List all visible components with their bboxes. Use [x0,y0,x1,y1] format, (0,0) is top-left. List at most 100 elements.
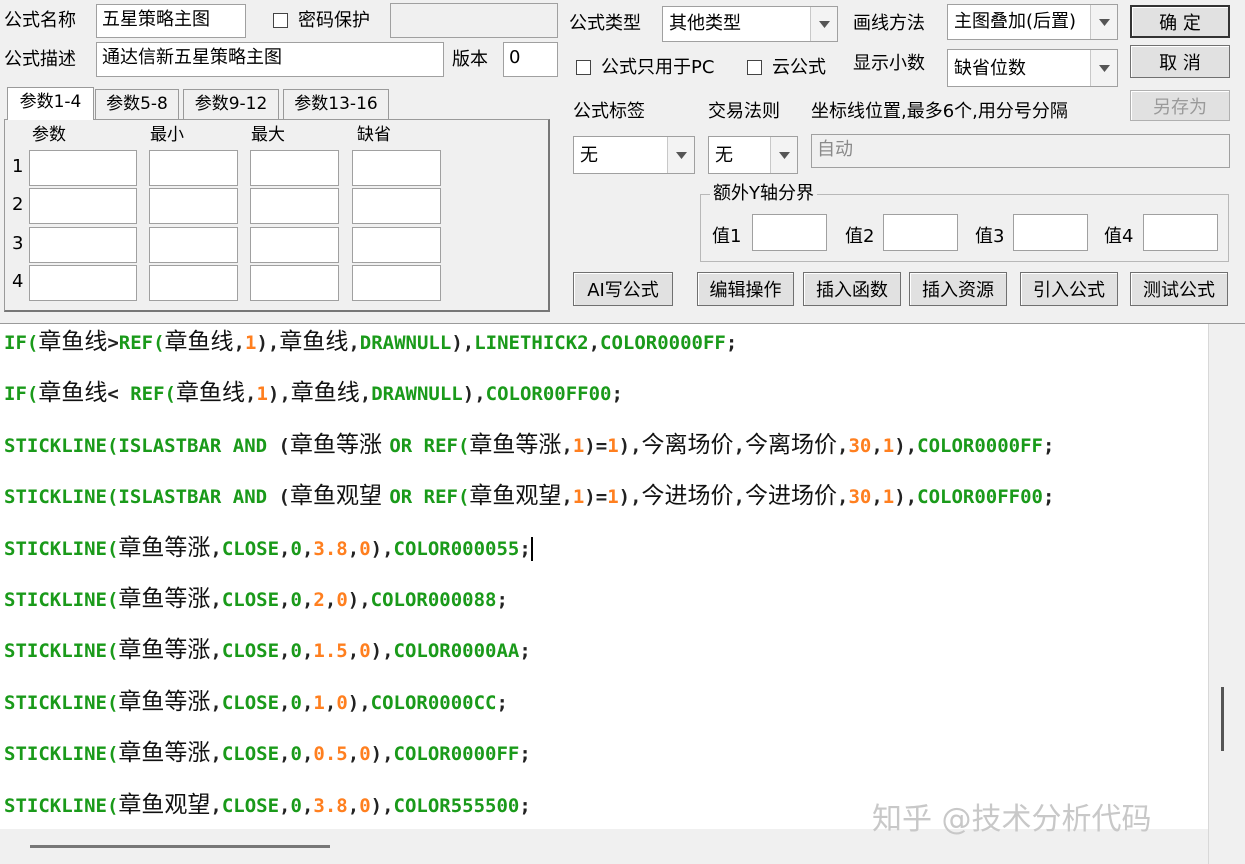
param-3-min-input[interactable] [149,227,238,263]
code-token: , [279,691,291,714]
code-line[interactable]: STICKLINE(ISLASTBAR AND (章鱼观望 OR REF(章鱼观… [4,483,1054,510]
chevron-down-icon[interactable] [667,137,694,173]
code-token: COLOR000055 [393,537,520,560]
pc-only-checkbox[interactable] [576,60,591,75]
y-value-4-input[interactable] [1143,214,1218,251]
code-line[interactable]: STICKLINE(章鱼等涨,CLOSE,0,2,0),COLOR000088; [4,586,508,613]
param-4-name-input[interactable] [29,265,137,301]
y-value-1-input[interactable] [752,214,827,251]
code-line[interactable]: STICKLINE(ISLASTBAR AND (章鱼等涨 OR REF(章鱼等… [4,432,1054,459]
ok-button[interactable]: 确 定 [1130,5,1230,38]
param-1-max-input[interactable] [250,150,339,186]
code-line[interactable]: STICKLINE(章鱼观望,CLOSE,0,3.8,0),COLOR55550… [4,792,531,819]
code-token: ), [347,589,371,611]
param-2-name-input[interactable] [29,188,137,224]
code-token: ), [347,691,371,714]
test-formula-button[interactable]: 测试公式 [1130,272,1228,306]
code-line[interactable]: IF(章鱼线< REF(章鱼线,1),章鱼线,DRAWNULL),COLOR00… [4,380,623,407]
tab-params-13-16[interactable]: 参数13-16 [283,89,389,120]
code-token: ), [618,486,642,509]
code-line[interactable]: STICKLINE(章鱼等涨,CLOSE,0,1.5,0),COLOR0000A… [4,637,531,664]
code-token: COLOR0000CC [370,691,497,714]
pc-only-label: 公式只用于PC [601,57,715,78]
code-token: OR REF( [389,486,470,509]
code-token: ), [370,743,394,766]
code-token: COLOR0000FF [393,743,520,766]
code-editor[interactable]: IF(章鱼线>REF(章鱼线,1),章鱼线,DRAWNULL),LINETHIC… [0,323,1245,864]
password-label: 密码保护 [298,10,370,31]
param-1-default-input[interactable] [352,150,441,186]
draw-method-value: 主图叠加(后置) [954,11,1077,32]
save-as-button[interactable]: 另存为 [1130,90,1230,121]
formula-type-label: 公式类型 [569,13,641,34]
params-panel: 参数 最小 最大 缺省 1 2 3 4 [4,119,550,312]
password-input[interactable] [390,3,558,38]
tab-params-5-8[interactable]: 参数5-8 [95,89,179,120]
y-value-2-input[interactable] [883,214,958,251]
param-3-name-input[interactable] [29,227,137,263]
param-2-max-input[interactable] [250,188,339,224]
code-line[interactable]: STICKLINE(章鱼等涨,CLOSE,0,3.8,0),COLOR00005… [4,535,533,562]
code-token: 0 [290,743,302,766]
ai-write-button[interactable]: AI写公式 [573,272,673,306]
code-line[interactable]: STICKLINE(章鱼等涨,CLOSE,0,1,0),COLOR0000CC; [4,689,508,716]
decimals-select[interactable]: 缺省位数 [947,49,1118,87]
version-input[interactable]: 0 [503,42,558,77]
param-1-min-input[interactable] [149,150,238,186]
code-token: ; [725,332,738,354]
param-3-default-input[interactable] [352,227,441,263]
text-caret [530,537,533,562]
cloud-formula-checkbox[interactable] [747,60,762,75]
h-scrollbar-thumb[interactable] [30,845,330,848]
draw-method-select[interactable]: 主图叠加(后置) [947,4,1118,40]
insert-function-button[interactable]: 插入函数 [803,272,901,306]
param-1-name-input[interactable] [29,150,137,186]
code-token: , [733,434,745,457]
insert-resource-button[interactable]: 插入资源 [909,272,1007,306]
code-token: 章鱼观望 [118,791,211,818]
import-formula-button[interactable]: 引入公式 [1020,272,1118,306]
chevron-down-icon[interactable] [1090,50,1117,86]
formula-name-input[interactable]: 五星策略主图 [96,4,246,38]
code-token: 章鱼观望 [290,483,390,510]
code-token: ), [267,383,291,406]
param-4-default-input[interactable] [352,265,441,301]
code-token: STICKLINE( [4,640,119,663]
formula-type-select[interactable]: 其他类型 [662,6,838,42]
code-token: 章鱼等涨 [118,534,211,561]
param-2-min-input[interactable] [149,188,238,224]
chevron-down-icon[interactable] [810,7,837,41]
code-line[interactable]: STICKLINE(章鱼等涨,CLOSE,0,0.5,0),COLOR0000F… [4,740,531,767]
edit-ops-button[interactable]: 编辑操作 [697,272,794,306]
y-value-3-input[interactable] [1013,214,1088,251]
code-line[interactable]: IF(章鱼线>REF(章鱼线,1),章鱼线,DRAWNULL),LINETHIC… [4,329,737,356]
chevron-down-icon[interactable] [1090,5,1117,39]
formula-tag-select[interactable]: 无 [573,136,695,174]
code-token: ), [618,434,642,457]
param-3-max-input[interactable] [250,227,339,263]
code-token: 章鱼线 [38,380,108,407]
trade-rule-select[interactable]: 无 [708,136,798,174]
cancel-button[interactable]: 取 消 [1130,45,1230,78]
tab-params-1-4[interactable]: 参数1-4 [7,87,94,120]
scrollbar-thumb[interactable] [1221,687,1224,751]
code-token: 0 [359,794,371,817]
code-token: 30 [848,434,872,457]
code-token: 章鱼等涨 [118,586,211,612]
code-token: , [244,383,257,406]
code-token: , [210,640,222,663]
coord-line-input[interactable]: 自动 [811,134,1230,168]
code-token: , [836,486,849,509]
code-token: ( [278,486,290,509]
formula-desc-input[interactable]: 通达信新五星策略主图 [96,42,444,77]
password-checkbox[interactable] [273,13,288,28]
param-4-min-input[interactable] [149,265,238,301]
param-2-default-input[interactable] [352,188,441,224]
tab-params-9-12[interactable]: 参数9-12 [183,89,279,120]
vertical-scrollbar[interactable] [1208,324,1245,864]
code-token: , [301,794,314,817]
code-token: 今进场价 [744,483,837,510]
param-4-max-input[interactable] [250,265,339,301]
code-token: REF( [118,332,165,354]
chevron-down-icon[interactable] [770,137,797,173]
